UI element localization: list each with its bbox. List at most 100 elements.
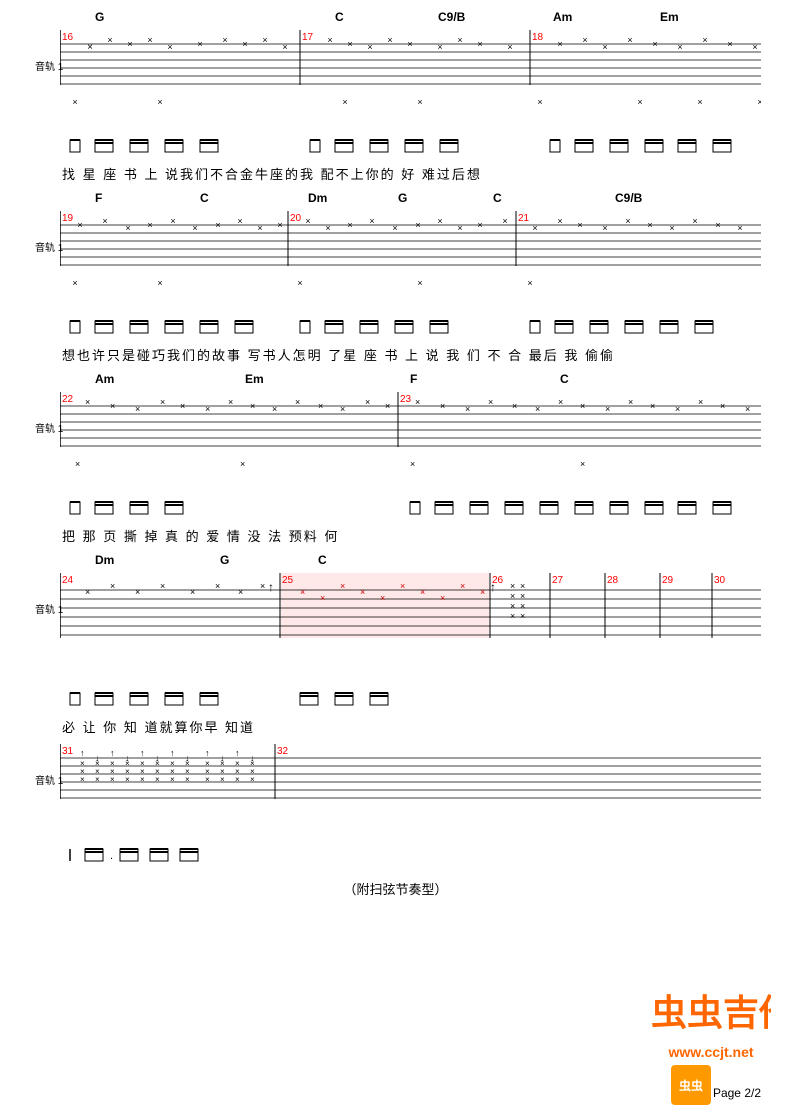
svg-text:×: ×	[240, 459, 245, 469]
svg-text:31: 31	[62, 746, 74, 757]
svg-text:×: ×	[415, 397, 420, 407]
chord-G4: G	[220, 553, 229, 567]
svg-text:×: ×	[637, 97, 642, 107]
svg-text:×: ×	[410, 459, 415, 469]
svg-text:29: 29	[662, 575, 674, 586]
svg-text:×: ×	[369, 216, 374, 226]
lyrics-3: 把 那 页 撕 掉 真 的 爱 情 没 法 预料 何	[60, 526, 761, 545]
svg-text:23: 23	[400, 394, 412, 405]
svg-text:×: ×	[417, 97, 422, 107]
svg-text:×: ×	[577, 220, 582, 230]
svg-text:×: ×	[228, 397, 233, 407]
svg-text:×: ×	[460, 581, 465, 591]
staff-3: 音轨 1 22 23 × × × × ×	[60, 392, 761, 482]
svg-text:×: ×	[250, 775, 255, 784]
svg-text:16: 16	[62, 32, 74, 43]
svg-text:×: ×	[318, 401, 323, 411]
svg-text:×: ×	[437, 42, 442, 52]
svg-text:×: ×	[222, 35, 227, 45]
svg-text:×: ×	[465, 404, 470, 414]
lyrics-4: 必 让 你 知 道就算你早 知道	[60, 717, 761, 736]
svg-text:×: ×	[215, 220, 220, 230]
svg-text:×: ×	[85, 397, 90, 407]
track-label-5: 音轨 1	[35, 772, 63, 787]
svg-text:×: ×	[147, 220, 152, 230]
svg-text:×: ×	[702, 35, 707, 45]
svg-text:×: ×	[698, 397, 703, 407]
svg-text:×: ×	[692, 216, 697, 226]
track-label-3: 音轨 1	[35, 420, 63, 435]
svg-text:×: ×	[647, 220, 652, 230]
svg-text:×: ×	[537, 97, 542, 107]
svg-text:×: ×	[340, 581, 345, 591]
svg-text:×: ×	[320, 593, 325, 603]
svg-text:×: ×	[715, 220, 720, 230]
svg-text:×: ×	[480, 587, 485, 597]
chord-row-1: G C C9/B Am Em	[60, 10, 761, 30]
svg-text:×: ×	[507, 42, 512, 52]
chord-C9B2: C9/B	[615, 191, 642, 205]
svg-text:×: ×	[602, 223, 607, 233]
svg-text:×: ×	[520, 591, 525, 601]
svg-text:×: ×	[300, 587, 305, 597]
chord-Em3: Em	[245, 372, 264, 386]
watermark: 虫虫吉他 www.ccjt.net	[651, 987, 771, 1060]
svg-text:×: ×	[557, 216, 562, 226]
staff-2: 音轨 1 19 20 21 × × ×	[60, 211, 761, 301]
svg-text:×: ×	[77, 220, 82, 230]
svg-text:×: ×	[628, 397, 633, 407]
svg-text:×: ×	[605, 404, 610, 414]
svg-text:×: ×	[520, 581, 525, 591]
staff-svg-4: 24 25 26 27 28 29 30 × × × × ×	[60, 573, 761, 673]
svg-text:×: ×	[677, 42, 682, 52]
chord-Am3: Am	[95, 372, 114, 386]
chord-G2: G	[398, 191, 407, 205]
rhythm-5: .	[60, 829, 790, 864]
svg-text:×: ×	[420, 587, 425, 597]
chord-C2: C	[200, 191, 209, 205]
svg-text:18: 18	[532, 32, 544, 43]
chord-C5: C	[318, 553, 327, 567]
staff-svg-3: 22 23 × × × × × × × × × × ×	[60, 392, 761, 482]
svg-text:×: ×	[720, 401, 725, 411]
svg-text:×: ×	[215, 581, 220, 591]
svg-text:×: ×	[297, 278, 302, 288]
svg-text:×: ×	[457, 35, 462, 45]
svg-text:×: ×	[440, 401, 445, 411]
staff-5: 音轨 1 31 32 ↑ ↓ ↑	[60, 744, 761, 829]
svg-text:×: ×	[282, 42, 287, 52]
svg-text:×: ×	[380, 593, 385, 603]
svg-text:×: ×	[295, 397, 300, 407]
svg-text:×: ×	[627, 35, 632, 45]
svg-text:↑: ↑	[268, 580, 274, 594]
svg-text:×: ×	[190, 587, 195, 597]
svg-text:↑: ↑	[170, 748, 175, 758]
svg-text:×: ×	[488, 397, 493, 407]
chord-Dm: Dm	[308, 191, 327, 205]
svg-text:×: ×	[110, 775, 115, 784]
section-1: G C C9/B Am Em 音轨 1 16 17 18	[60, 10, 761, 183]
svg-text:×: ×	[80, 775, 85, 784]
svg-text:×: ×	[510, 611, 515, 621]
svg-text:×: ×	[262, 35, 267, 45]
svg-text:×: ×	[400, 581, 405, 591]
svg-text:虫虫吉他: 虫虫吉他	[651, 992, 771, 1033]
svg-text:×: ×	[85, 587, 90, 597]
svg-text:×: ×	[272, 404, 277, 414]
chord-C: C	[335, 10, 344, 24]
svg-text:×: ×	[510, 591, 515, 601]
chord-row-2: F C Dm G C C9/B	[60, 191, 761, 211]
svg-text:×: ×	[745, 404, 750, 414]
svg-text:×: ×	[558, 397, 563, 407]
svg-text:×: ×	[752, 42, 757, 52]
svg-text:×: ×	[440, 593, 445, 603]
watermark-url: www.ccjt.net	[651, 1044, 771, 1060]
svg-text:×: ×	[532, 223, 537, 233]
svg-text:×: ×	[157, 278, 162, 288]
svg-text:↑: ↑	[140, 748, 145, 758]
chord-row-3: Am Em F C	[60, 372, 761, 392]
chord-Dm4: Dm	[95, 553, 114, 567]
svg-text:×: ×	[675, 404, 680, 414]
svg-text:×: ×	[757, 97, 761, 107]
svg-text:×: ×	[407, 39, 412, 49]
